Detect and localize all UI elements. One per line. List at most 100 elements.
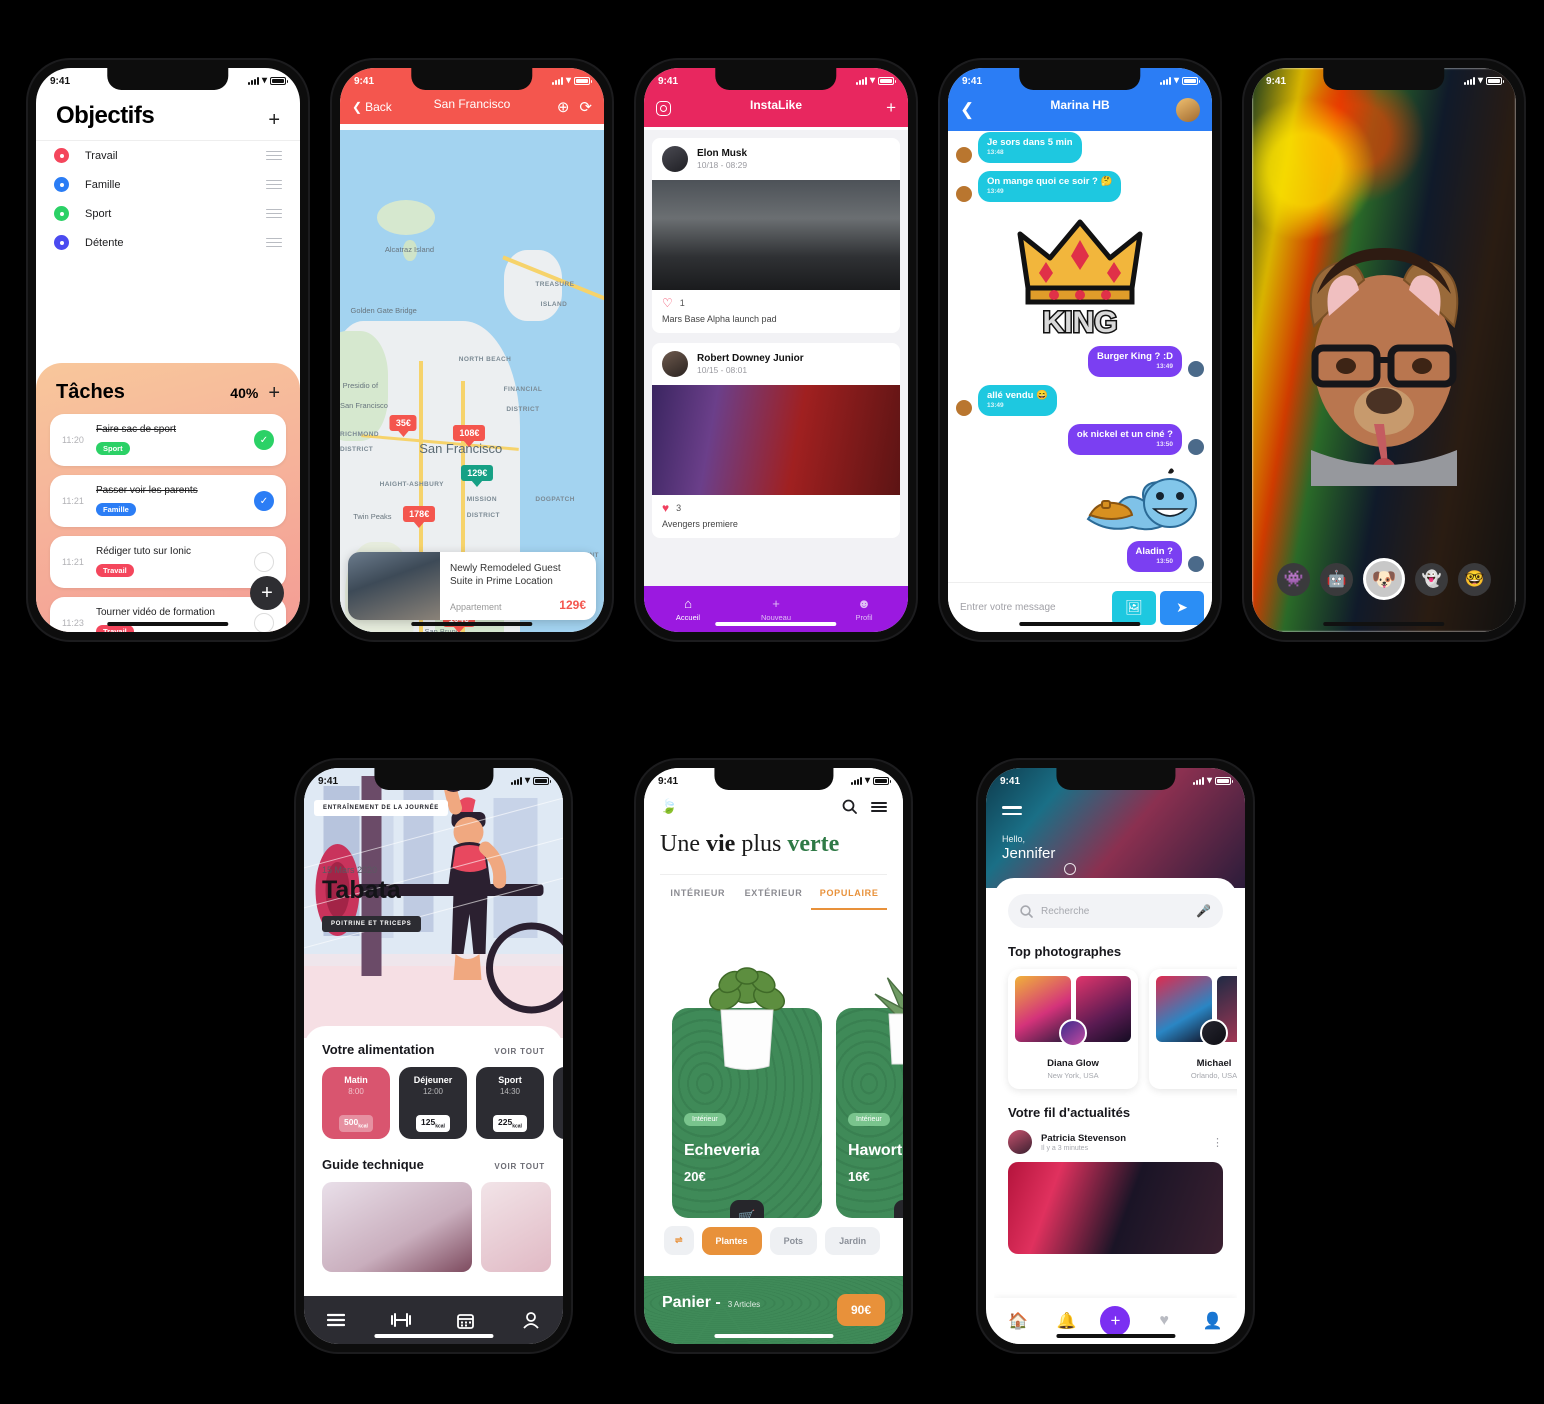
chat-bubble-me[interactable]: Aladin ? 13:50 (1126, 541, 1182, 572)
goal-item-travail[interactable]: Travail (36, 141, 300, 170)
robot-filter-icon[interactable]: 🤖 (1320, 562, 1353, 596)
tab-nouveau[interactable]: + Nouveau (732, 597, 820, 622)
map-price-pin[interactable]: 108€ (453, 425, 486, 442)
avatar[interactable] (1176, 98, 1200, 122)
microphone-icon[interactable]: 🎤 (1196, 904, 1211, 918)
list-item[interactable]: Robert Downey Junior 10/15 - 08:01 ♥ 3 A… (652, 343, 900, 538)
tab-add[interactable]: + (1091, 1306, 1140, 1336)
task-checkbox[interactable] (254, 552, 274, 572)
goal-item-famille[interactable]: Famille (36, 170, 300, 199)
leaf-icon[interactable]: 🍃 (660, 798, 677, 815)
chat-bubble-them[interactable]: allé vendu 😄 13:49 (978, 385, 1057, 416)
see-all-link[interactable]: VOIR TOUT (494, 1162, 545, 1171)
camera-viewport[interactable]: 👾 🤖 🐶 👻 🤓 (1252, 68, 1516, 632)
table-row[interactable]: 11:23 Tourner vidéo de formation Travail (50, 597, 286, 632)
plus-circle-icon[interactable]: ⊕ (557, 98, 570, 116)
task-checkbox[interactable]: ✓ (254, 491, 274, 511)
product-carousel[interactable]: Intérieur Echeveria 20€ 🛒 Intérieur Hawo… (644, 950, 903, 1218)
filter-settings-button[interactable]: ⇌ (664, 1226, 694, 1255)
photographer-carousel[interactable]: Diana Glow New York, USA Michael Orlando… (994, 969, 1237, 1089)
add-objectif-button[interactable]: + (268, 110, 280, 130)
refresh-icon[interactable]: ⟳ (579, 98, 592, 116)
dog-tongue-filter-icon[interactable]: 🐶 (1363, 558, 1405, 600)
tab-exterieur[interactable]: EXTÉRIEUR (736, 875, 812, 910)
guide-card[interactable] (481, 1182, 551, 1272)
list-item[interactable]: Elon Musk 10/18 - 08:29 ♡ 1 Mars Base Al… (652, 138, 900, 333)
tab-profile[interactable] (498, 1311, 563, 1329)
meal-card[interactable]: Sport 14:30 225kcal (476, 1067, 544, 1139)
menu-icon[interactable] (1002, 802, 1022, 819)
meal-card[interactable] (553, 1067, 563, 1139)
drag-handle-icon[interactable] (266, 235, 282, 249)
filter-plantes[interactable]: Plantes (701, 1226, 762, 1255)
photographer-card[interactable]: Diana Glow New York, USA (1008, 969, 1138, 1089)
table-row[interactable]: 11:21 Rédiger tuto sur Ionic Travail (50, 536, 286, 588)
drag-handle-icon[interactable] (266, 206, 282, 220)
listing-card[interactable]: Newly Remodeled Guest Suite in Prime Loc… (348, 552, 596, 620)
map-price-pin-selected[interactable]: 129€ (461, 465, 494, 482)
tab-menu[interactable] (304, 1313, 369, 1327)
tab-workouts[interactable] (369, 1313, 434, 1327)
tab-likes[interactable]: ♥ (1140, 1312, 1189, 1330)
post-feed[interactable]: Elon Musk 10/18 - 08:29 ♡ 1 Mars Base Al… (644, 130, 908, 586)
heart-filled-icon[interactable]: ♥ (662, 501, 669, 515)
product-card[interactable]: Intérieur Haworthia 16€ 🛒 (836, 950, 903, 1218)
fitness-content[interactable]: Votre alimentation VOIR TOUT Matin 8:00 … (304, 1026, 563, 1296)
photographer-card[interactable]: Michael Orlando, USA (1149, 969, 1237, 1089)
instagram-icon[interactable] (656, 100, 671, 116)
more-vertical-icon[interactable]: ⋮ (1212, 1136, 1223, 1149)
add-post-button[interactable]: + (886, 98, 896, 118)
guide-card[interactable] (322, 1182, 472, 1272)
filter-jardin[interactable]: Jardin (825, 1226, 881, 1255)
flower-crown-filter-icon[interactable]: 🤓 (1458, 562, 1491, 596)
menu-icon[interactable] (871, 801, 887, 813)
product-card[interactable]: Intérieur Echeveria 20€ 🛒 (672, 950, 822, 1218)
chat-bubble-them[interactable]: Je sors dans 5 min 13:48 (978, 132, 1082, 163)
map-price-pin[interactable]: 178€ (403, 505, 436, 522)
tab-notifications[interactable]: 🔔 (1043, 1311, 1092, 1331)
chat-bubble-me[interactable]: Burger King ? :D 13:49 (1088, 346, 1182, 377)
tab-calendar[interactable] (434, 1312, 499, 1329)
cat-laser-filter-icon[interactable]: 👾 (1277, 562, 1310, 596)
ar-filter-carousel[interactable]: 👾 🤖 🐶 👻 🤓 (1252, 558, 1516, 600)
send-icon[interactable]: ➤ (1160, 590, 1204, 625)
tab-accueil[interactable]: ⌂ Accueil (644, 597, 732, 622)
map-price-pin[interactable]: 35€ (389, 415, 417, 432)
tab-profil[interactable]: ☻ Profil (820, 597, 908, 622)
add-to-cart-button[interactable]: 🛒 (894, 1200, 903, 1218)
tab-home[interactable]: 🏠 (994, 1311, 1043, 1331)
goal-item-detente[interactable]: Détente (36, 228, 300, 257)
drag-handle-icon[interactable] (266, 177, 282, 191)
goal-item-sport[interactable]: Sport (36, 199, 300, 228)
task-checkbox[interactable] (254, 613, 274, 632)
feed-post-image[interactable] (1008, 1162, 1223, 1254)
see-all-link[interactable]: VOIR TOUT (494, 1047, 545, 1056)
tab-populaire[interactable]: POPULAIRE (811, 875, 888, 910)
meal-card[interactable]: Matin 8:00 500kcal (322, 1067, 390, 1139)
add-fab[interactable]: + (1100, 1306, 1131, 1336)
tab-interieur[interactable]: INTÉRIEUR (660, 875, 736, 910)
task-checkbox[interactable]: ✓ (254, 430, 274, 450)
add-task-fab[interactable]: + (250, 576, 284, 610)
meal-card[interactable]: Déjeuner 12:00 125kcal (399, 1067, 467, 1139)
tab-profile[interactable]: 👤 (1188, 1311, 1237, 1331)
chat-bubble-them[interactable]: On mange quoi ce soir ? 🤔 13:49 (978, 171, 1122, 202)
drag-handle-icon[interactable] (266, 148, 282, 162)
filter-pots[interactable]: Pots (769, 1226, 818, 1255)
add-to-cart-button[interactable]: 🛒 (730, 1200, 764, 1218)
guide-carousel[interactable] (304, 1182, 563, 1272)
meal-carousel[interactable]: Matin 8:00 500kcal Déjeuner 12:00 125kca… (304, 1067, 563, 1139)
cart-total-button[interactable]: 90€ (836, 1294, 885, 1326)
back-button[interactable]: ❮ Back (352, 100, 392, 114)
search-bar[interactable]: Recherche 🎤 (1008, 894, 1223, 928)
chevron-left-icon[interactable]: ❮ (960, 100, 974, 120)
table-row[interactable]: 11:20 Faire sac de sport Sport ✓ (50, 414, 286, 466)
table-row[interactable]: 11:21 Passer voir les parents Famille ✓ (50, 475, 286, 527)
play-icon[interactable] (1064, 863, 1076, 875)
search-icon[interactable] (842, 799, 857, 814)
chat-thread[interactable]: Je sors dans 5 min 13:48 On mange quoi c… (948, 128, 1212, 582)
heart-outline-icon[interactable]: ♡ (662, 296, 673, 310)
chat-bubble-me[interactable]: ok nickel et un ciné ? 13:50 (1067, 424, 1182, 455)
image-icon[interactable]: 🖼 (1112, 590, 1156, 625)
rainbow-beard-filter-icon[interactable]: 👻 (1415, 562, 1448, 596)
